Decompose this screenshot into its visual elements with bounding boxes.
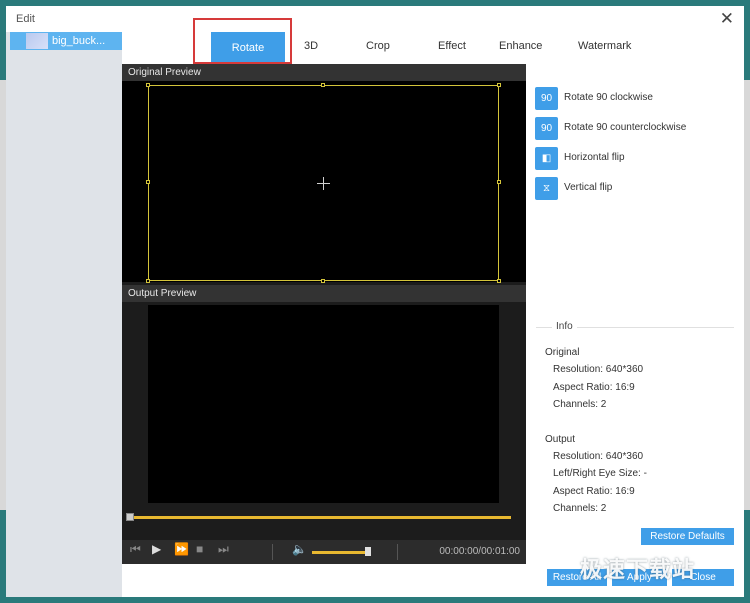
output-eye-size: Left/Right Eye Size: - <box>553 468 647 479</box>
crop-handle[interactable] <box>321 279 325 283</box>
crop-handle[interactable] <box>146 279 150 283</box>
close-icon[interactable]: ✕ <box>720 10 734 27</box>
tab-effect[interactable]: Effect <box>438 40 466 52</box>
crop-handle[interactable] <box>497 180 501 184</box>
preview-area: Original Preview Output Preview <box>122 64 526 540</box>
original-channels: Channels: 2 <box>553 399 607 410</box>
tab-crop[interactable]: Crop <box>366 40 390 52</box>
play-icon[interactable]: ▶ <box>152 542 161 556</box>
rotate-cw-label: Rotate 90 clockwise <box>564 92 653 103</box>
file-list-item[interactable]: big_buck... <box>10 32 122 50</box>
divider <box>397 544 398 560</box>
crop-handle[interactable] <box>146 83 150 87</box>
original-aspect-ratio: Aspect Ratio: 16:9 <box>553 382 635 393</box>
horizontal-flip-icon: ◧ <box>535 147 558 170</box>
rotate-ccw-icon: 90 <box>535 117 558 140</box>
output-resolution: Resolution: 640*360 <box>553 451 644 462</box>
rotate-options-panel: 90 Rotate 90 clockwise 90 Rotate 90 coun… <box>526 64 744 545</box>
rotate-cw-option[interactable]: 90 Rotate 90 clockwise <box>535 87 735 110</box>
edit-dialog: Edit ✕ big_buck... Rotate 3D Crop Effect… <box>6 6 744 597</box>
crop-handle[interactable] <box>497 83 501 87</box>
seek-bar[interactable] <box>130 516 511 519</box>
site-watermark: 极速下载站 <box>580 557 696 582</box>
timecode: 00:00:00/00:01:00 <box>439 546 520 557</box>
crop-handle[interactable] <box>321 83 325 87</box>
volume-slider[interactable] <box>312 551 367 554</box>
output-heading: Output <box>545 434 576 445</box>
video-thumbnail <box>26 33 48 49</box>
vertical-flip-icon: ⧖ <box>535 177 558 200</box>
file-name: big_buck... <box>52 35 106 47</box>
output-preview-header: Output Preview <box>122 285 526 302</box>
original-video <box>122 81 526 283</box>
original-preview-title: Original Preview <box>128 67 201 78</box>
background-window-edge <box>744 80 750 510</box>
tab-watermark[interactable]: Watermark <box>578 40 631 52</box>
rotate-ccw-option[interactable]: 90 Rotate 90 counterclockwise <box>535 117 735 140</box>
tab-3d[interactable]: 3D <box>304 40 318 52</box>
original-preview-header: Original Preview <box>122 64 526 81</box>
crop-frame[interactable] <box>146 83 501 283</box>
skip-back-icon[interactable]: ⏮ <box>130 542 141 557</box>
output-video <box>148 305 499 503</box>
horizontal-flip-label: Horizontal flip <box>564 152 625 163</box>
stop-icon[interactable]: ■ <box>196 542 203 556</box>
file-list-sidebar: big_buck... <box>6 32 122 597</box>
fast-forward-icon[interactable]: ⏩ <box>174 542 189 556</box>
rotate-ccw-label: Rotate 90 counterclockwise <box>564 122 687 133</box>
rotate-cw-icon: 90 <box>535 87 558 110</box>
vertical-flip-label: Vertical flip <box>564 182 613 193</box>
highlight-annotation <box>193 18 292 64</box>
title-bar: Edit ✕ <box>6 6 744 32</box>
app-background: Edit ✕ big_buck... Rotate 3D Crop Effect… <box>0 0 750 603</box>
output-channels: Channels: 2 <box>553 503 607 514</box>
seek-handle[interactable] <box>126 513 134 521</box>
output-preview-title: Output Preview <box>128 288 197 299</box>
original-resolution: Resolution: 640*360 <box>553 364 644 375</box>
crop-handle[interactable] <box>146 180 150 184</box>
skip-forward-icon[interactable]: ⏭ <box>218 542 229 557</box>
dialog-title: Edit <box>16 13 35 25</box>
info-title: Info <box>552 321 577 332</box>
volume-icon[interactable]: 🔈 <box>292 542 307 556</box>
volume-handle[interactable] <box>365 547 371 556</box>
vertical-flip-option[interactable]: ⧖ Vertical flip <box>535 177 735 200</box>
divider <box>272 544 273 560</box>
playback-controls: ⏮ ▶ ⏩ ■ ⏭ 🔈 00:00:00/00:01:00 <box>122 540 526 564</box>
tab-enhance[interactable]: Enhance <box>499 40 542 52</box>
restore-defaults-button[interactable]: Restore Defaults <box>641 528 734 545</box>
crop-handle[interactable] <box>497 279 501 283</box>
output-aspect-ratio: Aspect Ratio: 16:9 <box>553 486 635 497</box>
crosshair-icon <box>323 177 324 190</box>
horizontal-flip-option[interactable]: ◧ Horizontal flip <box>535 147 735 170</box>
original-heading: Original <box>545 347 580 358</box>
